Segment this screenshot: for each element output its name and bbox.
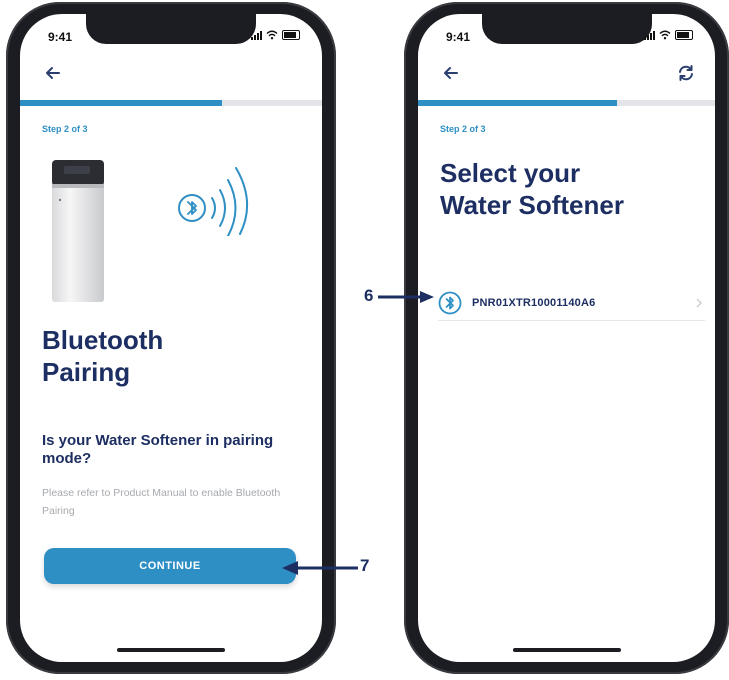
continue-button[interactable]: CONTINUE [44,548,296,584]
status-time: 9:41 [446,30,471,44]
status-icons [251,30,300,40]
wifi-icon [266,30,278,40]
phone-frame-right: 9:41 Step 2 of 3 Select your Water Softe… [404,2,729,674]
back-arrow-icon[interactable] [42,62,64,84]
step-indicator: Step 2 of 3 [440,124,486,134]
home-indicator[interactable] [117,648,225,652]
progress-fill [418,100,617,106]
water-softener-image [52,160,104,302]
select-device-screen: 9:41 Step 2 of 3 Select your Water Softe… [418,14,715,662]
title-line-2: Water Softener [440,190,624,220]
callout-6-label: 6 [364,286,374,305]
page-title: Bluetooth Pairing [42,324,242,388]
bluetooth-waves-icon [178,167,249,236]
title-line-2: Pairing [42,357,131,387]
wifi-icon [659,30,671,40]
callout-7-arrow [282,561,358,575]
battery-icon [282,30,300,40]
notch [481,14,652,44]
notch [86,14,256,44]
device-name: PNR01XTR10001140A6 [472,297,596,309]
pairing-hint: Please refer to Product Manual to enable… [42,487,281,517]
bluetooth-icon [438,291,462,315]
title-line-1: Bluetooth [42,325,164,355]
refresh-icon[interactable] [675,62,697,84]
progress-bar [418,100,715,106]
signal-icon [644,30,655,40]
bluetooth-pairing-screen: 9:41 Step 2 of 3 Bluetooth Pairing Is yo… [20,14,322,662]
progress-bar [20,100,322,106]
pairing-question: Is your Water Softener in pairing mode? [42,432,274,467]
title-line-1: Select your [440,158,581,188]
status-icons [644,30,693,40]
signal-icon [251,30,262,40]
home-indicator[interactable] [512,648,621,652]
device-list-item[interactable]: PNR01XTR10001140A6 [438,286,705,321]
battery-icon [675,30,693,40]
callout-7-label: 7 [360,556,370,575]
status-time: 9:41 [48,30,73,44]
page-title: Select your Water Softener [440,157,700,221]
back-arrow-icon[interactable] [440,62,462,84]
progress-fill [20,100,223,106]
chevron-right-icon [696,298,702,308]
step-indicator: Step 2 of 3 [42,124,88,134]
callout-6-arrow [378,291,434,303]
